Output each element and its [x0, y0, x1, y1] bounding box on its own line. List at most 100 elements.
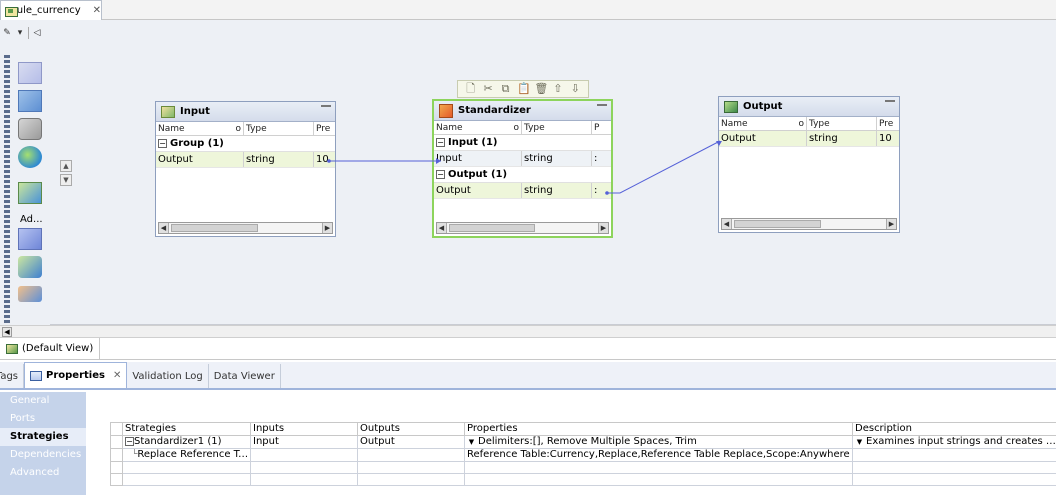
palette-transform-icon-1[interactable]	[18, 62, 42, 84]
default-view-tab[interactable]: (Default View)	[0, 337, 101, 360]
outputs-cell[interactable]: Output	[357, 435, 465, 449]
output-transformation[interactable]: Output Name o Type Pre Output string 10 ◀…	[718, 96, 900, 233]
input-transformation[interactable]: Input Name o Type Pre − Group (1) Output …	[155, 101, 336, 237]
palette-globe-icon[interactable]	[18, 146, 42, 168]
strategy-cell[interactable]: −Standardizer1 (1)	[122, 435, 251, 449]
empty-cell[interactable]	[122, 473, 251, 486]
port-row-input[interactable]: Input string :	[434, 151, 611, 167]
empty-cell[interactable]	[464, 461, 853, 474]
table-row[interactable]: └Replace Reference Ta... Reference Table…	[110, 448, 1056, 462]
empty-cell[interactable]	[852, 461, 1056, 474]
transformation-hscrollbar[interactable]: ◀ ▶	[158, 222, 333, 234]
new-icon[interactable]: 🗋	[465, 83, 477, 95]
dropdown-icon[interactable]: ▼	[467, 438, 476, 447]
empty-cell[interactable]	[852, 473, 1056, 486]
column-header-description[interactable]: Description	[852, 422, 1056, 436]
strategy-cell[interactable]: └Replace Reference Ta...	[122, 448, 251, 462]
standardizer-transformation-header[interactable]: Standardizer	[434, 101, 611, 121]
copy-icon[interactable]: ⧉	[500, 83, 512, 95]
column-header-properties[interactable]: Properties	[464, 422, 853, 436]
close-icon[interactable]: ✕	[113, 370, 121, 381]
tab-data-viewer[interactable]: Data Viewer	[209, 364, 281, 388]
editor-tab-rule-currency[interactable]: rule_currency ✕	[0, 0, 102, 20]
column-header-inputs[interactable]: Inputs	[250, 422, 358, 436]
table-row[interactable]	[110, 473, 1056, 486]
properties-cell[interactable]: ▼ Delimiters:[], Remove Multiple Spaces, …	[464, 435, 853, 449]
palette-scroller: ▲ ▼	[60, 160, 72, 188]
pencil-icon[interactable]: ✎	[2, 27, 12, 39]
canvas-hscrollbar[interactable]: ◀	[0, 325, 1056, 338]
sidebar-item-general[interactable]: General	[0, 392, 86, 410]
palette-drag-handle[interactable]	[4, 55, 10, 323]
collapse-icon[interactable]: −	[436, 170, 445, 179]
input-transformation-header[interactable]: Input	[156, 102, 335, 122]
empty-cell[interactable]	[122, 461, 251, 474]
empty-cell[interactable]	[250, 473, 358, 486]
palette-address-icon[interactable]	[18, 182, 42, 204]
collapse-icon[interactable]: −	[436, 138, 445, 147]
empty-cell[interactable]	[250, 461, 358, 474]
tab-tags[interactable]: Tags	[0, 364, 24, 388]
port-name: Input	[434, 151, 522, 166]
chevron-left-icon[interactable]: ◁	[32, 27, 42, 39]
tab-validation-log[interactable]: Validation Log	[127, 364, 209, 388]
palette-path-icon[interactable]	[18, 286, 42, 302]
delete-icon[interactable]: 🗑	[534, 83, 548, 95]
column-header-row: Name o Type P	[434, 121, 611, 135]
properties-cell[interactable]: Reference Table:Currency,Replace,Referen…	[464, 448, 853, 462]
table-row[interactable]: −Standardizer1 (1) Input Output ▼ Delimit…	[110, 435, 1056, 449]
tab-properties[interactable]: Properties ✕	[24, 362, 128, 388]
palette-database-icon[interactable]	[18, 118, 42, 140]
inputs-cell[interactable]	[250, 448, 358, 462]
palette-home-icon[interactable]	[18, 256, 42, 278]
output-transformation-header[interactable]: Output	[719, 97, 899, 117]
port-row-output[interactable]: Output string :	[434, 183, 611, 199]
minimize-icon[interactable]	[321, 105, 331, 109]
outputs-cell[interactable]	[357, 448, 465, 462]
scroll-left-icon[interactable]: ◀	[2, 327, 12, 337]
collapse-icon[interactable]: −	[158, 139, 167, 148]
minimize-icon[interactable]	[597, 104, 607, 108]
scroll-up-icon[interactable]: ▲	[60, 160, 72, 172]
scroll-left-icon: ◀	[722, 219, 732, 229]
transformation-hscrollbar[interactable]: ◀ ▶	[436, 222, 609, 234]
scroll-down-icon[interactable]: ▼	[60, 174, 72, 186]
palette-grid-icon[interactable]	[18, 228, 42, 250]
strategies-panel: Strategies Inputs Outputs Properties Des…	[86, 392, 1056, 495]
paste-icon[interactable]: 📋	[517, 83, 531, 95]
sidebar-item-strategies[interactable]: Strategies	[0, 428, 86, 446]
close-icon[interactable]: ✕	[93, 5, 101, 16]
sidebar-item-advanced[interactable]: Advanced	[0, 464, 86, 482]
default-view-label: (Default View)	[22, 343, 94, 354]
cut-icon[interactable]: ✂	[482, 83, 494, 95]
sidebar-item-dependencies[interactable]: Dependencies	[0, 446, 86, 464]
table-row[interactable]	[110, 461, 1056, 474]
port-group-row[interactable]: − Group (1)	[156, 136, 335, 152]
scroll-right-icon: ▶	[322, 223, 332, 233]
empty-cell[interactable]	[464, 473, 853, 486]
dropdown-icon[interactable]: ▼	[855, 438, 864, 447]
minimize-icon[interactable]	[885, 100, 895, 104]
collapse-icon[interactable]: −	[125, 437, 134, 446]
empty-cell[interactable]	[357, 473, 465, 486]
scroll-thumb	[449, 224, 535, 232]
port-row-output[interactable]: Output string 10	[156, 152, 335, 168]
view-tab-bar: (Default View)	[0, 337, 1056, 360]
description-cell[interactable]: ▼Examines input strings and creates stan…	[852, 435, 1056, 449]
description-cell[interactable]	[852, 448, 1056, 462]
transformation-hscrollbar[interactable]: ◀ ▶	[721, 218, 897, 230]
move-up-icon[interactable]: ⇧	[552, 83, 564, 95]
chevron-down-icon[interactable]: ▾	[15, 27, 25, 39]
port-row-output[interactable]: Output string 10	[719, 131, 899, 147]
column-header-outputs[interactable]: Outputs	[357, 422, 465, 436]
port-group-row[interactable]: − Output (1)	[434, 167, 611, 183]
empty-cell[interactable]	[357, 461, 465, 474]
inputs-cell[interactable]: Input	[250, 435, 358, 449]
column-header-strategies[interactable]: Strategies	[122, 422, 251, 436]
sidebar-item-ports[interactable]: Ports	[0, 410, 86, 428]
palette-transform-icon-2[interactable]	[18, 90, 42, 112]
group-label: Output (1)	[448, 168, 508, 180]
standardizer-transformation[interactable]: Standardizer Name o Type P − Input (1) In…	[432, 99, 613, 238]
port-group-row[interactable]: − Input (1)	[434, 135, 611, 151]
move-down-icon[interactable]: ⇩	[569, 83, 581, 95]
